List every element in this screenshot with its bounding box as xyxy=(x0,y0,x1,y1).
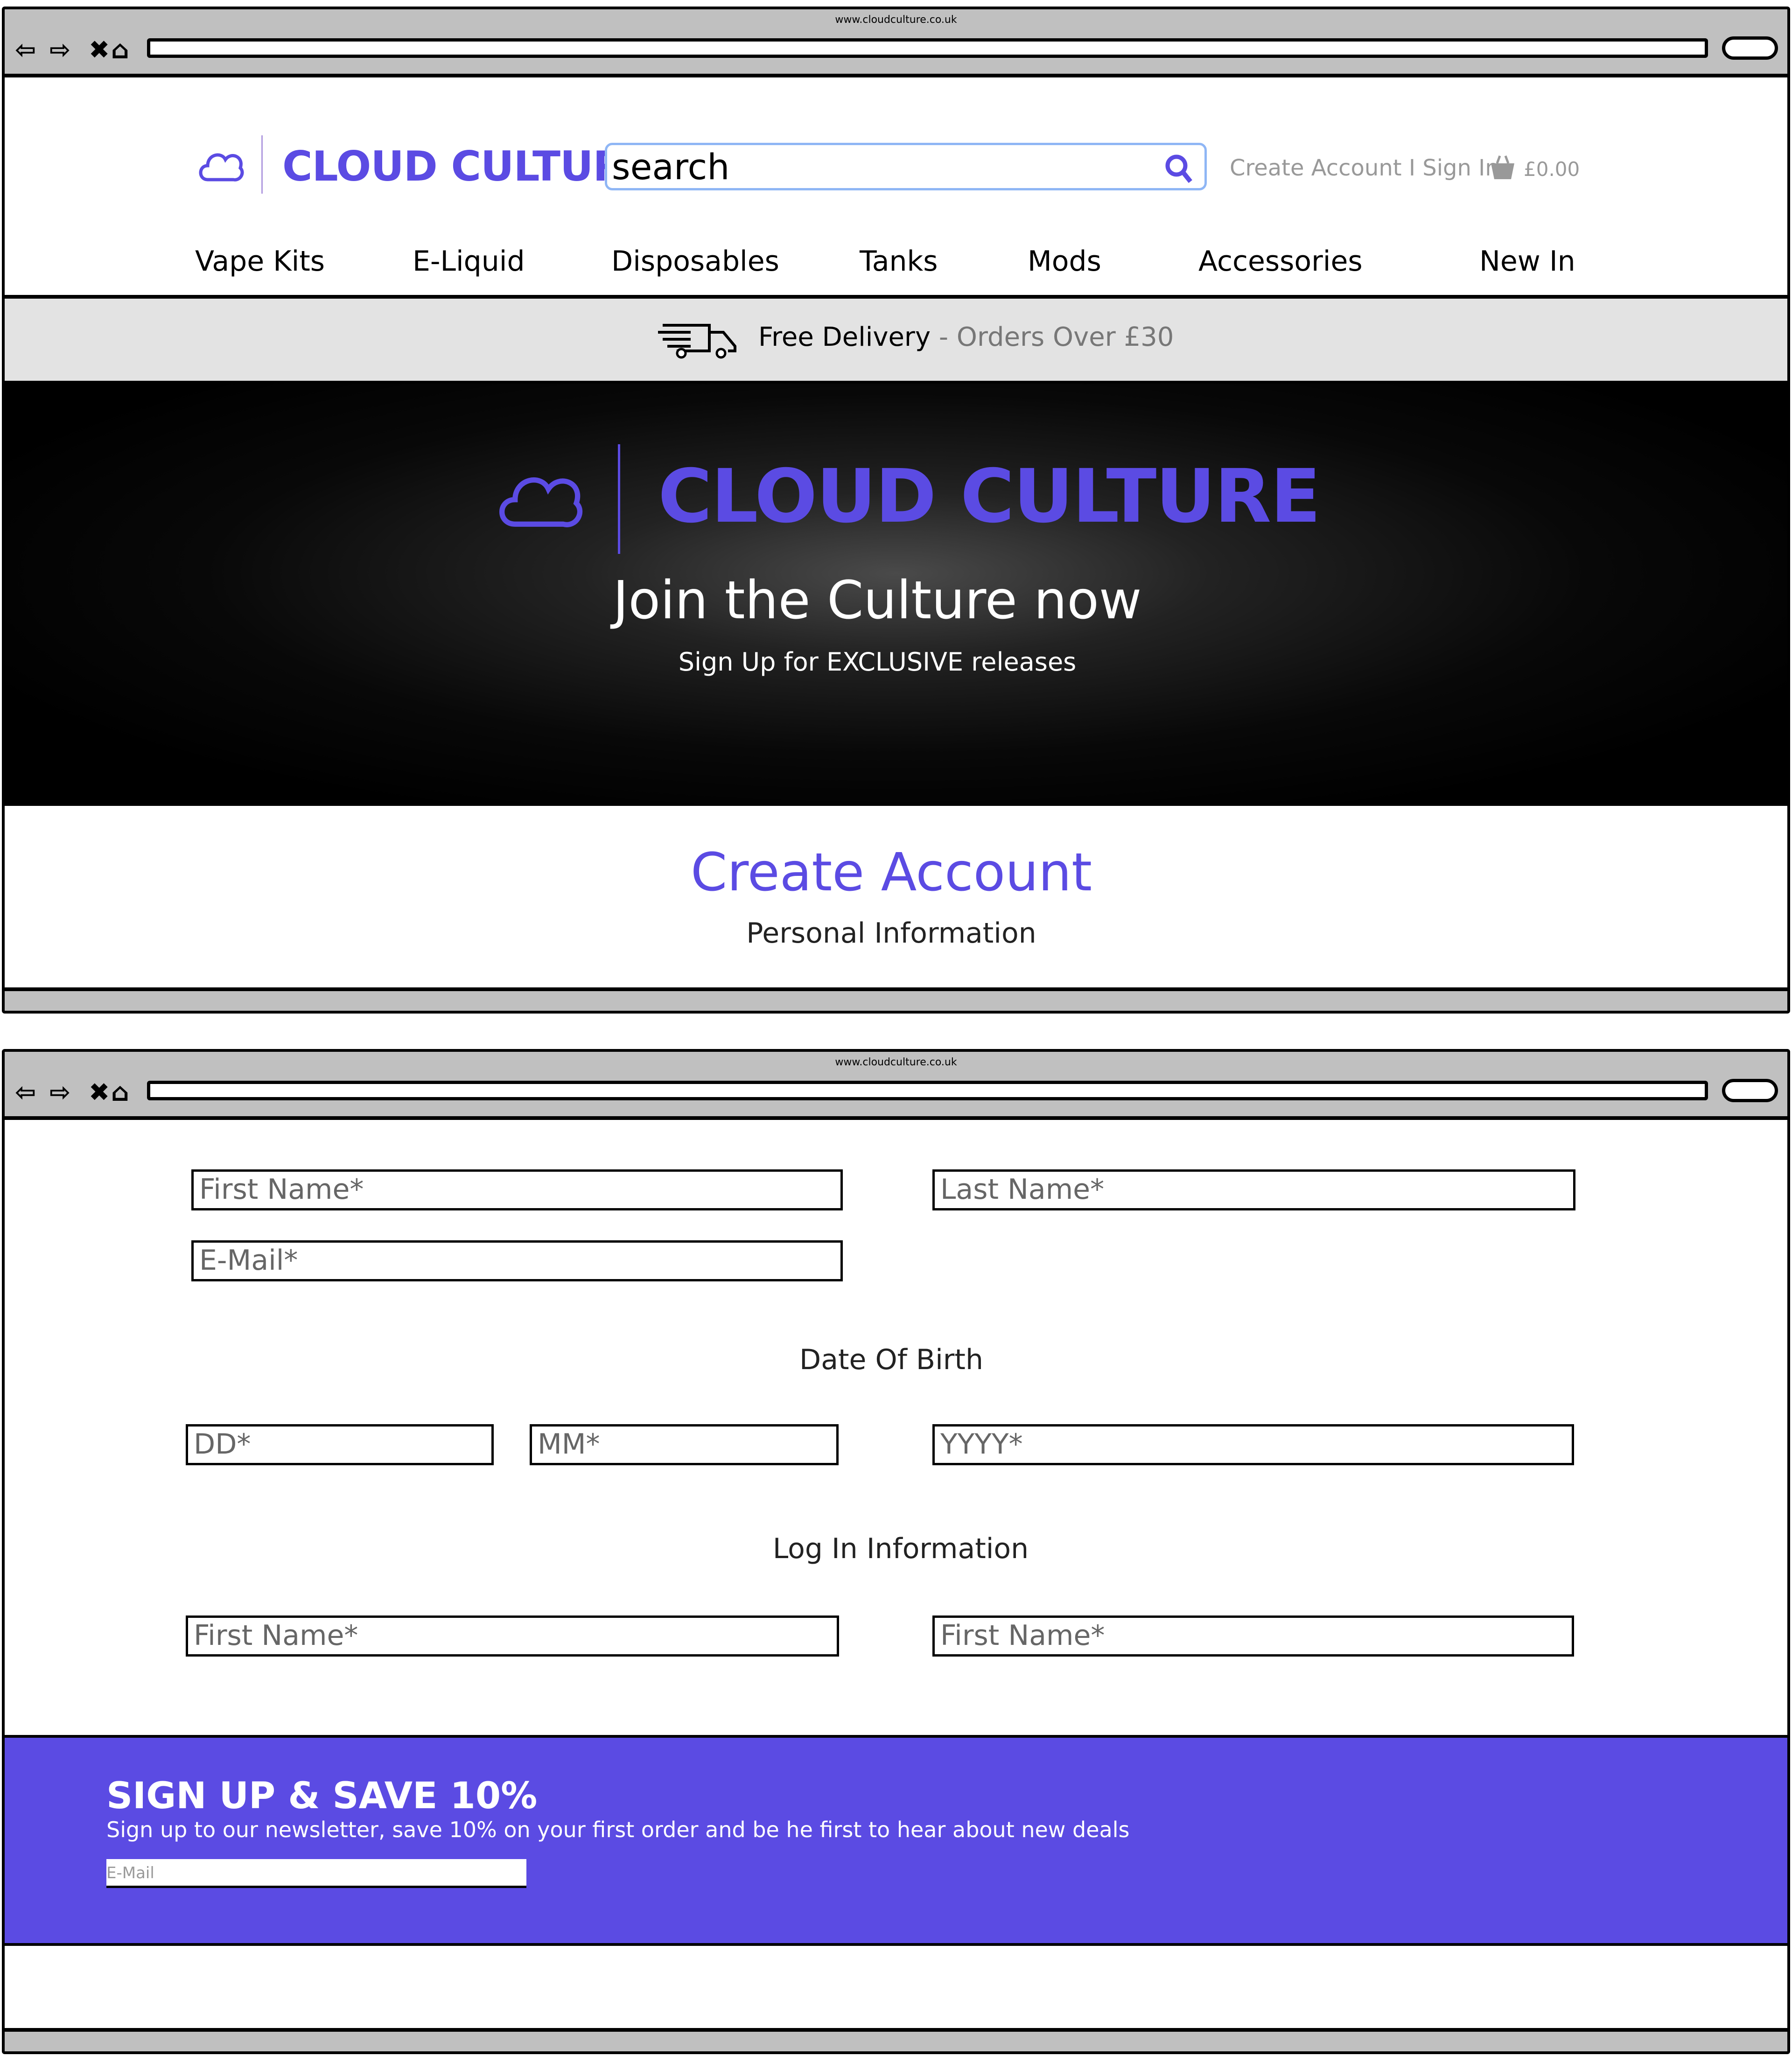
status-bar xyxy=(5,987,1787,1011)
dob-day-input[interactable]: DD* xyxy=(186,1424,494,1465)
nav-mods[interactable]: Mods xyxy=(1028,245,1101,278)
nav-vape-kits[interactable]: Vape Kits xyxy=(195,245,325,278)
address-bar[interactable] xyxy=(147,38,1708,58)
search-icon[interactable] xyxy=(1164,154,1192,183)
hero-brand: CLOUD CULTURE xyxy=(658,454,1321,539)
login-info-heading: Log In Information xyxy=(772,1532,1029,1565)
home-icon[interactable]: ⌂ xyxy=(111,1077,129,1107)
cart-total[interactable]: £0.00 xyxy=(1524,158,1580,181)
hero-logo-divider xyxy=(618,444,620,554)
newsletter-text: Sign up to our newsletter, save 10% on y… xyxy=(106,1817,1130,1842)
hero-cloud-logo-icon xyxy=(499,477,583,527)
browser-window-2: www.cloudculture.co.uk ⇦ ⇨ ✖ ⌂ First Nam… xyxy=(2,1049,1790,2054)
browser-window-1: www.cloudculture.co.uk ⇦ ⇨ ✖ ⌂ CLOUD CUL… xyxy=(2,7,1790,1014)
newsletter-section: SIGN UP & SAVE 10% Sign up to our newsle… xyxy=(5,1735,1787,1946)
close-icon[interactable]: ✖ xyxy=(89,35,110,64)
hero-banner: CLOUD CULTURE Join the Culture now Sign … xyxy=(5,384,1787,806)
logo-divider xyxy=(261,135,263,194)
nav-new-in[interactable]: New In xyxy=(1479,245,1575,278)
delivery-rest: - Orders Over £30 xyxy=(931,322,1174,352)
browser-search-icon[interactable] xyxy=(1722,36,1778,60)
personal-info-heading: Personal Information xyxy=(746,917,1036,950)
dob-year-input[interactable]: YYYY* xyxy=(932,1424,1574,1465)
browser-toolbar: www.cloudculture.co.uk ⇦ ⇨ ✖ ⌂ xyxy=(5,9,1787,77)
basket-icon[interactable] xyxy=(1489,153,1517,181)
nav-accessories[interactable]: Accessories xyxy=(1198,245,1363,278)
browser-search-icon[interactable] xyxy=(1722,1079,1778,1102)
hero-title: Join the Culture now xyxy=(613,570,1142,631)
back-icon[interactable]: ⇦ xyxy=(15,35,36,64)
first-name-input[interactable]: First Name* xyxy=(191,1169,843,1210)
status-bar xyxy=(5,2028,1787,2051)
url-label: www.cloudculture.co.uk xyxy=(835,14,957,26)
forward-icon[interactable]: ⇨ xyxy=(49,1077,70,1107)
search-placeholder: search xyxy=(612,146,730,188)
page-title: Create Account xyxy=(691,842,1092,903)
brand-logo[interactable]: CLOUD CULTURE xyxy=(282,142,652,190)
login-field-1[interactable]: First Name* xyxy=(186,1615,839,1657)
address-bar[interactable] xyxy=(147,1081,1708,1100)
dob-month-input[interactable]: MM* xyxy=(530,1424,839,1465)
home-icon[interactable]: ⌂ xyxy=(111,35,129,64)
email-input[interactable]: E-Mail* xyxy=(191,1240,843,1281)
close-icon[interactable]: ✖ xyxy=(89,1077,110,1107)
login-field-2[interactable]: First Name* xyxy=(932,1615,1574,1657)
cloud-logo-icon xyxy=(199,153,244,182)
last-name-input[interactable]: Last Name* xyxy=(932,1169,1575,1210)
delivery-text: Free Delivery - Orders Over £30 xyxy=(758,322,1174,352)
dob-heading: Date Of Birth xyxy=(799,1343,983,1376)
delivery-banner: Free Delivery - Orders Over £30 xyxy=(5,295,1787,384)
hero-subtitle: Sign Up for EXCLUSIVE releases xyxy=(678,647,1077,677)
nav-tanks[interactable]: Tanks xyxy=(860,245,938,278)
nav-disposables[interactable]: Disposables xyxy=(611,245,779,278)
forward-icon[interactable]: ⇨ xyxy=(49,35,70,64)
url-label: www.cloudculture.co.uk xyxy=(835,1056,957,1068)
back-icon[interactable]: ⇦ xyxy=(15,1077,36,1107)
delivery-truck-icon xyxy=(658,324,736,359)
newsletter-email-placeholder: E-Mail xyxy=(106,1864,154,1882)
newsletter-title: SIGN UP & SAVE 10% xyxy=(106,1775,538,1817)
newsletter-email-input[interactable]: E-Mail xyxy=(106,1859,526,1888)
search-input[interactable]: search xyxy=(605,143,1207,190)
browser-toolbar: www.cloudculture.co.uk ⇦ ⇨ ✖ ⌂ xyxy=(5,1052,1787,1120)
nav-e-liquid[interactable]: E-Liquid xyxy=(413,245,525,278)
delivery-bold: Free Delivery xyxy=(758,322,931,352)
account-links[interactable]: Create Account I Sign In xyxy=(1230,155,1499,181)
